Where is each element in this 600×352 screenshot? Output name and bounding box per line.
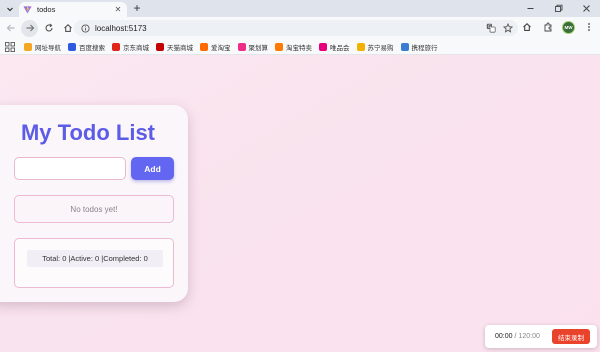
window-controls bbox=[516, 0, 600, 17]
reload-button[interactable] bbox=[40, 20, 57, 37]
bookmark-item[interactable]: 携程旅行 bbox=[400, 42, 438, 52]
bookmark-item[interactable]: 天猫商城 bbox=[156, 42, 193, 52]
profile-avatar[interactable]: MW bbox=[562, 20, 575, 34]
recording-widget: 00:00 / 120:00 结束录制 bbox=[485, 325, 597, 348]
svg-text:G: G bbox=[487, 23, 490, 28]
translate-icon[interactable]: G bbox=[484, 21, 497, 34]
todo-list: No todos yet! bbox=[14, 195, 174, 223]
stats-bar: Total: 0 |Active: 0 |Completed: 0 bbox=[27, 250, 163, 267]
juhuasuan-icon bbox=[237, 42, 246, 51]
home-shortcut-icon[interactable] bbox=[520, 20, 534, 34]
bookmark-item[interactable]: 苏宁易购 bbox=[356, 42, 394, 52]
address-bar[interactable]: localhost:5173 G bbox=[74, 20, 518, 36]
vite-logo-icon bbox=[23, 5, 32, 14]
site-info-icon[interactable] bbox=[81, 23, 90, 33]
tab-close-icon[interactable]: ✕ bbox=[113, 5, 123, 14]
reload-icon bbox=[44, 23, 53, 32]
bookmarks-bar: 网址导航 百度搜索 京东商城 天猫商城 爱淘宝 聚划算 淘宝特卖 唯品会 苏宁易… bbox=[0, 39, 600, 55]
bookmark-item[interactable]: 网址导航 bbox=[24, 42, 61, 52]
add-button[interactable]: Add bbox=[131, 157, 174, 180]
bookmark-item[interactable]: 京东商城 bbox=[112, 42, 149, 52]
tab-search-button[interactable] bbox=[3, 2, 16, 15]
minimize-icon[interactable] bbox=[516, 0, 544, 17]
jd-icon bbox=[112, 42, 120, 51]
tag-icon bbox=[275, 42, 283, 51]
arrow-right-icon bbox=[26, 24, 34, 32]
stats-text: Total: 0 |Active: 0 |Completed: 0 bbox=[42, 254, 148, 263]
bookmark-icon bbox=[24, 42, 32, 51]
bookmark-item[interactable]: 爱淘宝 bbox=[200, 42, 231, 52]
url-text[interactable]: localhost:5173 bbox=[95, 24, 147, 33]
tmall-icon bbox=[156, 42, 164, 51]
page-viewport: My Todo List Add No todos yet! Total: 0 … bbox=[0, 55, 600, 352]
recording-total: 120:00 bbox=[518, 333, 540, 340]
recording-elapsed: 00:00 bbox=[495, 333, 513, 340]
toolbar-right: MW bbox=[520, 20, 596, 34]
suning-icon bbox=[356, 42, 365, 51]
paw-icon bbox=[68, 42, 76, 51]
recording-separator: / bbox=[514, 333, 517, 340]
new-tab-button[interactable]: + bbox=[131, 1, 143, 15]
tab-todos[interactable]: todos ✕ bbox=[19, 2, 127, 17]
back-button[interactable] bbox=[2, 20, 19, 37]
tab-title: todos bbox=[37, 5, 56, 14]
browser-toolbar: localhost:5173 G MW bbox=[0, 17, 600, 39]
home-icon bbox=[63, 24, 72, 32]
forward-button[interactable] bbox=[21, 19, 38, 37]
bookmark-item[interactable]: 唯品会 bbox=[319, 42, 350, 52]
apps-grid-icon[interactable] bbox=[5, 41, 15, 52]
vip-icon bbox=[319, 42, 327, 51]
chevron-down-icon bbox=[6, 7, 13, 11]
taobao-icon bbox=[200, 42, 208, 51]
extensions-icon[interactable] bbox=[541, 20, 555, 34]
bookmark-item[interactable]: 聚划算 bbox=[237, 42, 268, 52]
empty-state-text: No todos yet! bbox=[70, 204, 118, 214]
stats-panel: Total: 0 |Active: 0 |Completed: 0 bbox=[14, 238, 174, 288]
ctrip-icon bbox=[400, 42, 409, 51]
bookmark-item[interactable]: 百度搜索 bbox=[68, 42, 105, 52]
bookmark-item[interactable]: 淘宝特卖 bbox=[275, 42, 312, 52]
todo-input[interactable] bbox=[14, 157, 126, 180]
star-icon[interactable] bbox=[501, 21, 514, 34]
restore-icon[interactable] bbox=[544, 0, 572, 17]
page-title: My Todo List bbox=[20, 120, 156, 145]
tab-strip: todos ✕ + bbox=[0, 0, 600, 17]
arrow-left-icon bbox=[6, 24, 14, 32]
kebab-menu-icon[interactable] bbox=[582, 20, 596, 34]
todo-card: My Todo List Add No todos yet! Total: 0 … bbox=[0, 105, 188, 302]
close-icon[interactable] bbox=[572, 0, 600, 17]
stop-recording-button[interactable]: 结束录制 bbox=[552, 329, 590, 344]
